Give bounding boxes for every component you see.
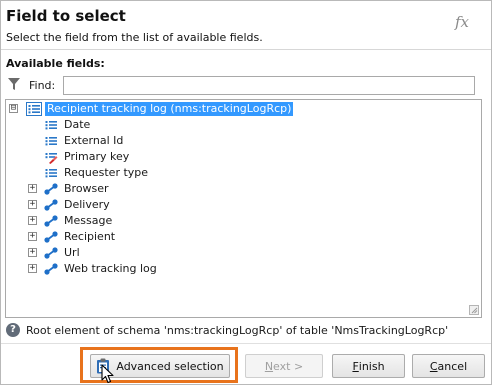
advanced-selection-label: Advanced selection: [116, 359, 224, 373]
status-text: Root element of schema 'nms:trackingLogR…: [26, 323, 449, 337]
next-button[interactable]: Next >: [245, 354, 323, 378]
tree-field-label: External Id: [64, 134, 124, 147]
cancel-mnemonic: C: [429, 359, 438, 373]
link-icon: [44, 183, 58, 195]
find-label: Find:: [29, 79, 56, 92]
expand-toggle[interactable]: +: [28, 216, 37, 225]
expand-toggle[interactable]: +: [28, 200, 37, 209]
tree-root-label: Recipient tracking log (nms:trackingLogR…: [45, 102, 294, 116]
link-icon: [44, 199, 58, 211]
expand-toggle[interactable]: +: [28, 264, 37, 273]
field-to-select-dialog: Field to select Select the field from th…: [0, 0, 492, 385]
available-fields-label: Available fields:: [6, 57, 105, 70]
tree-field-label: Primary key: [64, 150, 130, 163]
next-label: ext >: [273, 359, 304, 373]
link-icon: [44, 215, 58, 227]
resize-grip-icon[interactable]: [469, 305, 479, 315]
dialog-subtitle: Select the field from the list of availa…: [6, 31, 263, 44]
field-list-icon: [45, 137, 57, 146]
tree-link-node[interactable]: Recipient: [43, 229, 117, 245]
filter-icon: [8, 78, 20, 90]
primary-key-icon: [45, 153, 58, 164]
finish-label: inish: [358, 359, 385, 373]
tree-field-label: Date: [64, 118, 91, 131]
fx-icon: fx: [454, 13, 469, 31]
collapse-toggle[interactable]: ⊟: [9, 104, 18, 113]
expand-toggle[interactable]: +: [28, 248, 37, 257]
find-input[interactable]: [63, 76, 475, 95]
tree-link-label: Delivery: [64, 198, 110, 211]
tree-link-label: Web tracking log: [64, 262, 157, 275]
tree-root-node[interactable]: Recipient tracking log (nms:trackingLogR…: [26, 101, 294, 117]
tree-link-node[interactable]: Message: [43, 213, 114, 229]
footer-divider: [1, 343, 491, 344]
field-list-icon: [45, 169, 57, 178]
tree-field-node[interactable]: Primary key: [43, 149, 131, 165]
status-bar: ? Root element of schema 'nms:trackingLo…: [6, 322, 488, 338]
mouse-pointer-icon: [101, 364, 114, 384]
expand-toggle[interactable]: +: [28, 184, 37, 193]
tree-link-label: Url: [64, 246, 80, 259]
cancel-label: ancel: [437, 359, 468, 373]
help-icon: ?: [6, 323, 20, 337]
finish-button[interactable]: Finish: [332, 354, 405, 378]
field-list-icon: [45, 121, 57, 130]
tree-link-node[interactable]: Url: [43, 245, 82, 261]
cancel-button[interactable]: Cancel: [412, 354, 485, 378]
header-divider: [1, 49, 491, 50]
dialog-title: Field to select: [6, 7, 126, 25]
link-icon: [44, 247, 58, 259]
tree-link-label: Browser: [64, 182, 109, 195]
dialog-header: Field to select Select the field from th…: [1, 1, 491, 49]
tree-link-node[interactable]: Web tracking log: [43, 261, 159, 277]
link-icon: [44, 263, 58, 275]
tree-link-node[interactable]: Browser: [43, 181, 111, 197]
tree-link-label: Message: [64, 214, 113, 227]
tree-field-node[interactable]: Requester type: [43, 165, 150, 181]
tree-link-node[interactable]: Delivery: [43, 197, 112, 213]
link-icon: [44, 231, 58, 243]
fields-tree[interactable]: ⊟ Recipient tracking log (nms:trackingLo…: [5, 99, 482, 318]
tree-field-label: Requester type: [64, 166, 149, 179]
next-mnemonic: N: [264, 359, 274, 373]
expand-toggle[interactable]: +: [28, 232, 37, 241]
tree-link-label: Recipient: [64, 230, 116, 243]
tree-field-node[interactable]: External Id: [43, 133, 125, 149]
list-icon: [26, 102, 42, 116]
tree-field-node[interactable]: Date: [43, 117, 92, 133]
